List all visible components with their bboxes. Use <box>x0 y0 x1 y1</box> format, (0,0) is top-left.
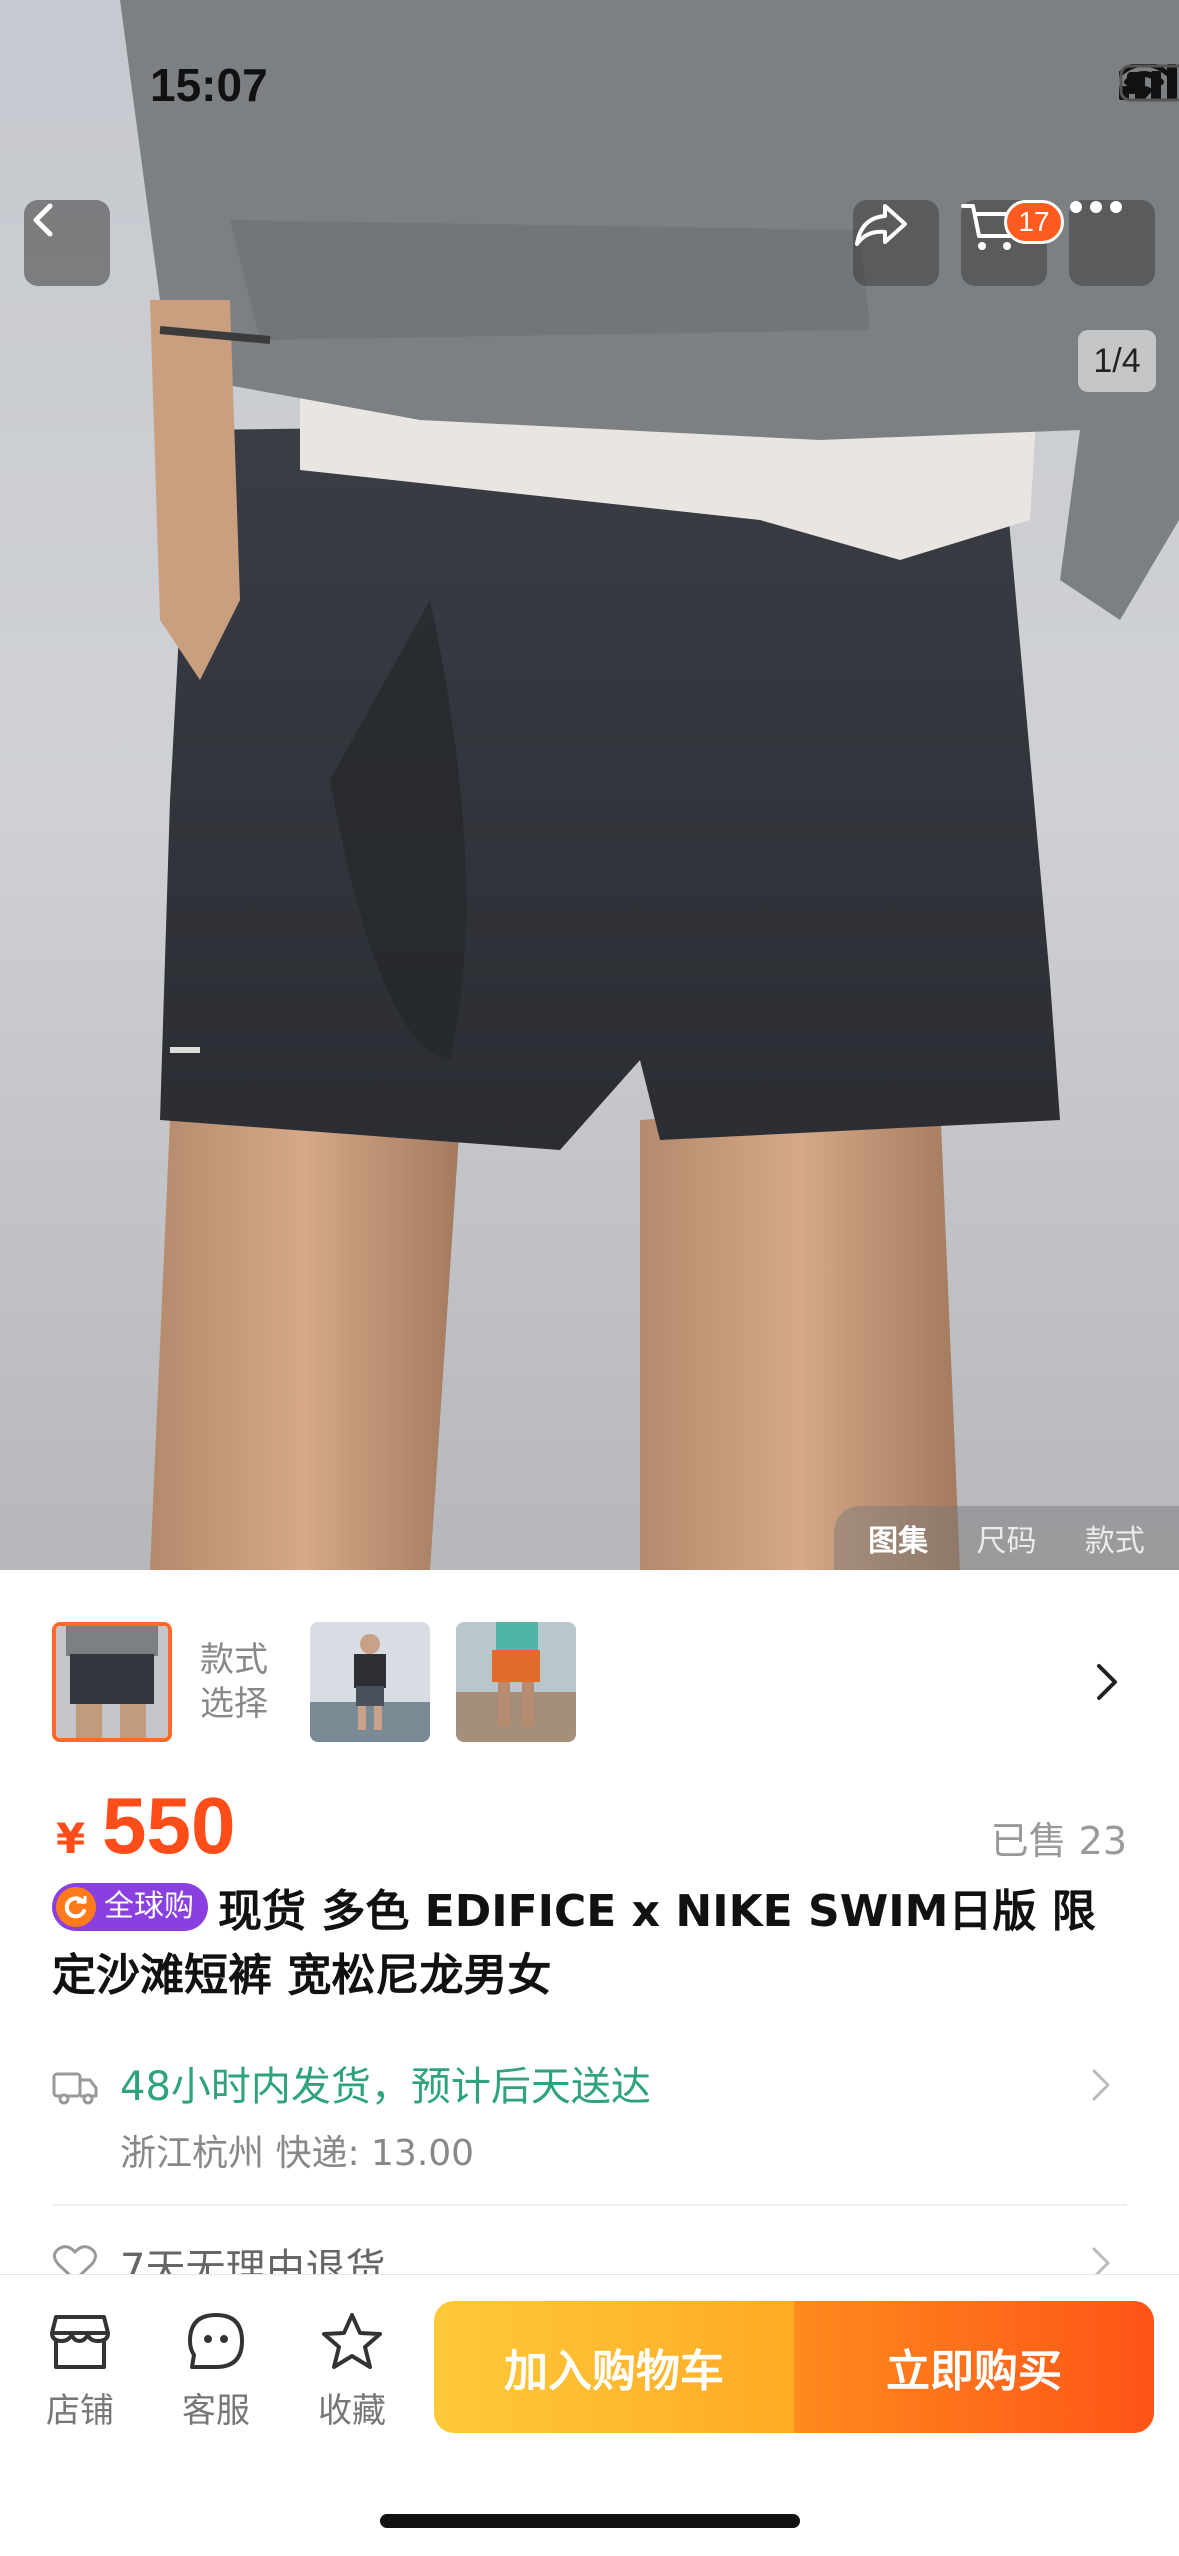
product-image[interactable]: 15:07 17 1/4 图集 尺码 款式 <box>0 0 1179 1570</box>
tab-style[interactable]: 款式 <box>1085 1516 1145 1560</box>
global-buy-badge: 全球购 <box>52 1883 208 1931</box>
global-buy-label: 全球购 <box>104 1889 194 1924</box>
price-currency: ¥ <box>56 1814 86 1863</box>
variant-thumb-2[interactable] <box>310 1622 430 1742</box>
home-indicator[interactable] <box>380 2514 800 2528</box>
product-title: 全球购 现货 多色 EDIFICE x NIKE SWIM日版 限定沙滩短裤 宽… <box>52 1880 1127 2008</box>
battery-icon <box>1119 64 1179 102</box>
variant-thumb-image <box>456 1622 576 1742</box>
gallery-tabs: 图集 尺码 款式 <box>834 1506 1179 1570</box>
tab-gallery[interactable]: 图集 <box>868 1516 928 1560</box>
variant-thumb-image <box>310 1622 430 1742</box>
store-icon <box>50 2315 110 2369</box>
variant-thumb-1[interactable] <box>52 1622 172 1742</box>
store-button[interactable]: 店铺 <box>30 2311 130 2432</box>
share-button[interactable] <box>853 200 939 286</box>
variant-selector[interactable]: 款式选择 <box>0 1600 1179 1760</box>
chevron-right-icon <box>1097 1664 1117 1700</box>
product-title-text: 现货 多色 EDIFICE x NIKE SWIM日版 限定沙滩短裤 宽松尼龙男… <box>52 1886 1096 2001</box>
shipping-arrow <box>1091 2068 1111 2106</box>
service-label: 客服 <box>182 2391 250 2431</box>
favorite-button[interactable]: 收藏 <box>302 2311 402 2432</box>
purchase-buttons: 加入购物车 立即购买 <box>434 2301 1154 2433</box>
share-icon <box>855 204 907 246</box>
shipping-time: 48小时内发货，预计后天送达 <box>120 2064 651 2110</box>
back-button[interactable] <box>24 200 110 286</box>
price-value: 550 <box>102 1781 236 1870</box>
variant-thumb-3[interactable] <box>456 1622 576 1742</box>
variant-thumb-image <box>56 1626 168 1738</box>
status-bar: 15:07 <box>0 0 1179 150</box>
customer-service-button[interactable]: 客服 <box>166 2311 266 2432</box>
more-icon <box>1070 201 1122 213</box>
favorite-label: 收藏 <box>318 2391 386 2431</box>
shipping-origin-fee: 浙江杭州 快递: 13.00 <box>120 2133 475 2174</box>
chat-face-icon <box>188 2313 244 2369</box>
star-icon <box>322 2313 382 2369</box>
sold-count: 已售 23 <box>990 1819 1127 1863</box>
price-row: ¥ 550 已售 23 <box>52 1780 1127 1870</box>
variant-select-label: 款式选择 <box>200 1640 268 1724</box>
add-to-cart-button[interactable]: 加入购物车 <box>434 2301 794 2433</box>
cart-count-badge: 17 <box>1004 200 1064 244</box>
buy-now-button[interactable]: 立即购买 <box>794 2301 1154 2433</box>
divider <box>52 2204 1127 2206</box>
shipping-row[interactable]: 48小时内发货，预计后天送达 浙江杭州 快递: 13.00 <box>52 2050 1127 2200</box>
store-label: 店铺 <box>46 2391 114 2431</box>
image-page-indicator: 1/4 <box>1078 330 1156 392</box>
delivery-truck-icon <box>52 2066 98 2110</box>
chevron-right-icon <box>1092 2069 1110 2101</box>
variant-more-arrow[interactable] <box>1095 1662 1119 1706</box>
more-button[interactable] <box>1069 200 1155 286</box>
status-time: 15:07 <box>150 59 268 111</box>
tab-size[interactable]: 尺码 <box>976 1516 1036 1560</box>
chevron-left-icon <box>33 203 53 237</box>
global-buy-icon <box>56 1887 96 1927</box>
